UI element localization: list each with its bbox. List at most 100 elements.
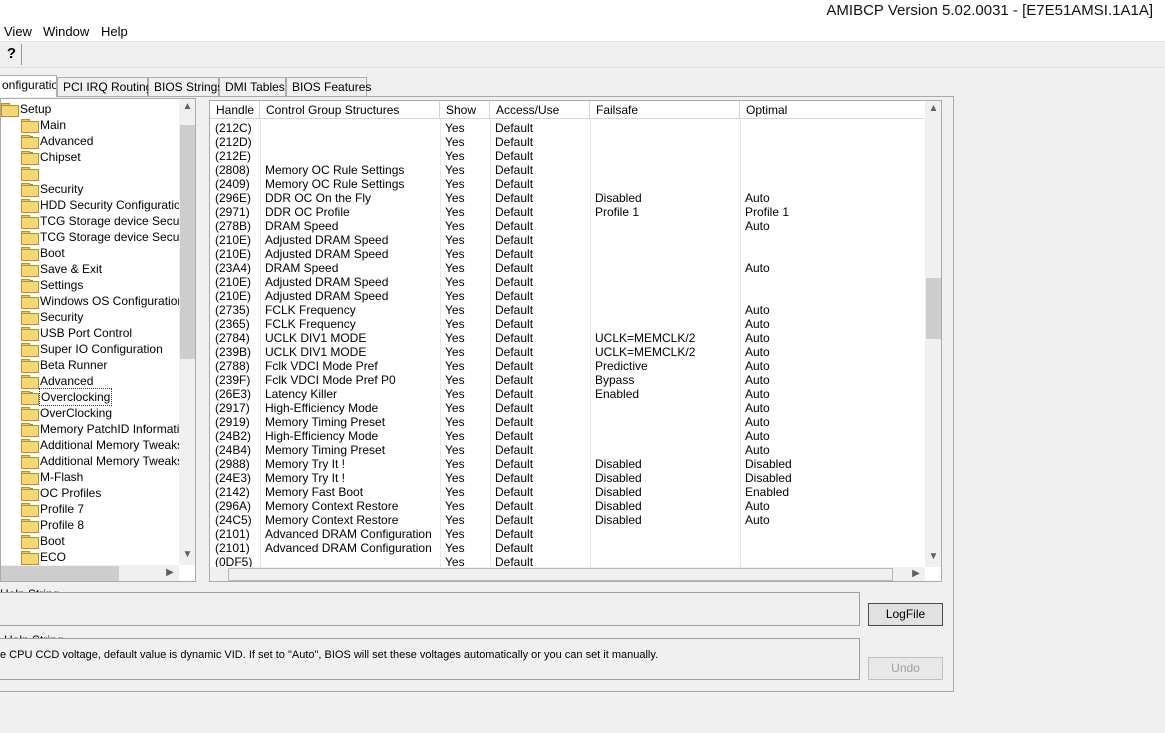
cell-failsafe[interactable]: Disabled xyxy=(590,471,642,485)
cell-optimal[interactable]: Auto xyxy=(740,373,770,387)
table-row[interactable]: (210E) Adjusted DRAM Speed Yes Default xyxy=(210,247,924,261)
cell-show[interactable]: Yes xyxy=(440,135,465,149)
cell-show[interactable]: Yes xyxy=(440,177,465,191)
cell-optimal[interactable]: Auto xyxy=(740,513,770,527)
table-row[interactable]: (2365) FCLK Frequency Yes Default Auto xyxy=(210,317,924,331)
table-row[interactable]: (2808) Memory OC Rule Settings Yes Default xyxy=(210,163,924,177)
cell-access-use[interactable]: Default xyxy=(490,177,533,191)
tree-item[interactable]: OverClocking xyxy=(1,405,179,421)
cell-failsafe[interactable]: Disabled xyxy=(590,457,642,471)
tab-configuration[interactable]: onfiguration xyxy=(0,75,57,97)
cell-show[interactable]: Yes xyxy=(440,513,465,527)
cell-failsafe[interactable] xyxy=(590,317,595,331)
cell-show[interactable]: Yes xyxy=(440,485,465,499)
cell-access-use[interactable]: Default xyxy=(490,499,533,513)
cell-optimal[interactable] xyxy=(740,289,745,303)
column-header-optimal[interactable]: Optimal xyxy=(740,101,924,119)
cell-access-use[interactable]: Default xyxy=(490,135,533,149)
tree-item[interactable]: Advanced xyxy=(1,373,179,389)
cell-access-use[interactable]: Default xyxy=(490,429,533,443)
table-row[interactable]: (2988) Memory Try It ! Yes Default Disabled D… xyxy=(210,457,924,471)
tree-vertical-scrollbar[interactable]: ▲ ▼ xyxy=(179,99,195,565)
cell-failsafe[interactable]: Disabled xyxy=(590,191,642,205)
tree-item[interactable]: Boot xyxy=(1,533,179,549)
tab-bios-features[interactable]: BIOS Features xyxy=(286,77,371,97)
tree-item[interactable]: Save & Exit xyxy=(1,261,179,277)
grid-scroll-up-arrow-icon[interactable]: ▲ xyxy=(925,103,941,114)
table-row[interactable]: (212E) Yes Default xyxy=(210,149,924,163)
scroll-down-arrow-icon[interactable]: ▼ xyxy=(179,549,195,560)
cell-show[interactable]: Yes xyxy=(440,317,465,331)
cell-access-use[interactable]: Default xyxy=(490,373,533,387)
cell-optimal[interactable]: Auto xyxy=(740,401,770,415)
cell-failsafe[interactable] xyxy=(590,121,595,135)
cell-failsafe[interactable] xyxy=(590,177,595,191)
cell-access-use[interactable]: Default xyxy=(490,317,533,331)
cell-failsafe[interactable] xyxy=(590,443,595,457)
cell-failsafe[interactable]: UCLK=MEMCLK/2 xyxy=(590,345,695,359)
column-header-show[interactable]: Show xyxy=(440,101,490,119)
grid-vertical-scrollbar[interactable]: ▲ ▼ xyxy=(925,101,941,567)
cell-failsafe[interactable]: Disabled xyxy=(590,485,642,499)
tree-item[interactable]: Main xyxy=(1,117,179,133)
cell-access-use[interactable]: Default xyxy=(490,191,533,205)
cell-optimal[interactable] xyxy=(740,163,745,177)
cell-failsafe[interactable]: Disabled xyxy=(590,513,642,527)
cell-optimal[interactable]: Auto xyxy=(740,191,770,205)
cell-access-use[interactable]: Default xyxy=(490,513,533,527)
undo-button[interactable]: Undo xyxy=(868,657,943,680)
cell-show[interactable]: Yes xyxy=(440,345,465,359)
tree-item[interactable]: + OC Profiles xyxy=(1,485,179,501)
grid-horizontal-scrollbar[interactable]: ▶ xyxy=(210,567,925,581)
tree-scroll-thumb[interactable] xyxy=(180,125,195,359)
cell-access-use[interactable]: Default xyxy=(490,275,533,289)
tree-item[interactable]: TCG Storage device Security xyxy=(1,213,195,229)
table-row[interactable]: (26E3) Latency Killer Yes Default Enabled Aut… xyxy=(210,387,924,401)
cell-failsafe[interactable] xyxy=(590,149,595,163)
cell-failsafe[interactable]: Bypass xyxy=(590,373,634,387)
tree-item[interactable]: Additional Memory Tweaks xyxy=(1,437,183,453)
cell-optimal[interactable]: Auto xyxy=(740,261,770,275)
table-row[interactable]: (2788) Fclk VDCI Mode Pref Yes Default Predi… xyxy=(210,359,924,373)
tree-item[interactable]: Windows OS Configuration xyxy=(1,293,184,309)
cell-optimal[interactable]: Auto xyxy=(740,387,770,401)
table-row[interactable]: (212D) Yes Default xyxy=(210,135,924,149)
cell-failsafe[interactable] xyxy=(590,415,595,429)
cell-show[interactable]: Yes xyxy=(440,205,465,219)
table-row[interactable]: (278B) DRAM Speed Yes Default Auto xyxy=(210,219,924,233)
cell-optimal[interactable]: Disabled xyxy=(740,457,792,471)
cell-failsafe[interactable] xyxy=(590,541,595,555)
cell-optimal[interactable] xyxy=(740,527,745,541)
cell-optimal[interactable]: Auto xyxy=(740,331,770,345)
table-row[interactable]: (2919) Memory Timing Preset Yes Default Aut… xyxy=(210,415,924,429)
cell-show[interactable]: Yes xyxy=(440,149,465,163)
cell-optimal[interactable] xyxy=(740,233,745,247)
cell-optimal[interactable]: Enabled xyxy=(740,485,789,499)
tree-item[interactable]: + Advanced xyxy=(1,133,179,149)
scroll-right-arrow-icon[interactable]: ▶ xyxy=(163,567,177,578)
cell-access-use[interactable]: Default xyxy=(490,121,533,135)
tree-item[interactable]: Setup xyxy=(1,101,179,117)
cell-optimal[interactable]: Auto xyxy=(740,443,770,457)
cell-access-use[interactable]: Default xyxy=(490,289,533,303)
cell-access-use[interactable]: Default xyxy=(490,205,533,219)
grid-scroll-down-arrow-icon[interactable]: ▼ xyxy=(925,551,941,562)
cell-failsafe[interactable] xyxy=(590,219,595,233)
cell-show[interactable]: Yes xyxy=(440,289,465,303)
cell-failsafe[interactable] xyxy=(590,261,595,275)
cell-optimal[interactable] xyxy=(740,149,745,163)
logfile-button[interactable]: LogFile xyxy=(868,603,943,626)
tree-item[interactable]: ECO xyxy=(1,549,179,565)
cell-access-use[interactable]: Default xyxy=(490,387,533,401)
tree-item[interactable]: Profile 7 xyxy=(1,501,179,517)
cell-show[interactable]: Yes xyxy=(440,443,465,457)
table-row[interactable]: (210E) Adjusted DRAM Speed Yes Default xyxy=(210,289,924,303)
cell-optimal[interactable]: Auto xyxy=(740,219,770,233)
cell-optimal[interactable] xyxy=(740,135,745,149)
table-row[interactable]: (24C5) Memory Context Restore Yes Default Di… xyxy=(210,513,924,527)
cell-optimal[interactable]: Auto xyxy=(740,429,770,443)
cell-failsafe[interactable] xyxy=(590,429,595,443)
cell-show[interactable]: Yes xyxy=(440,359,465,373)
tab-pci-irq-routing[interactable]: PCI IRQ Routing xyxy=(57,77,152,97)
tree-item[interactable]: + Chipset xyxy=(1,149,179,165)
